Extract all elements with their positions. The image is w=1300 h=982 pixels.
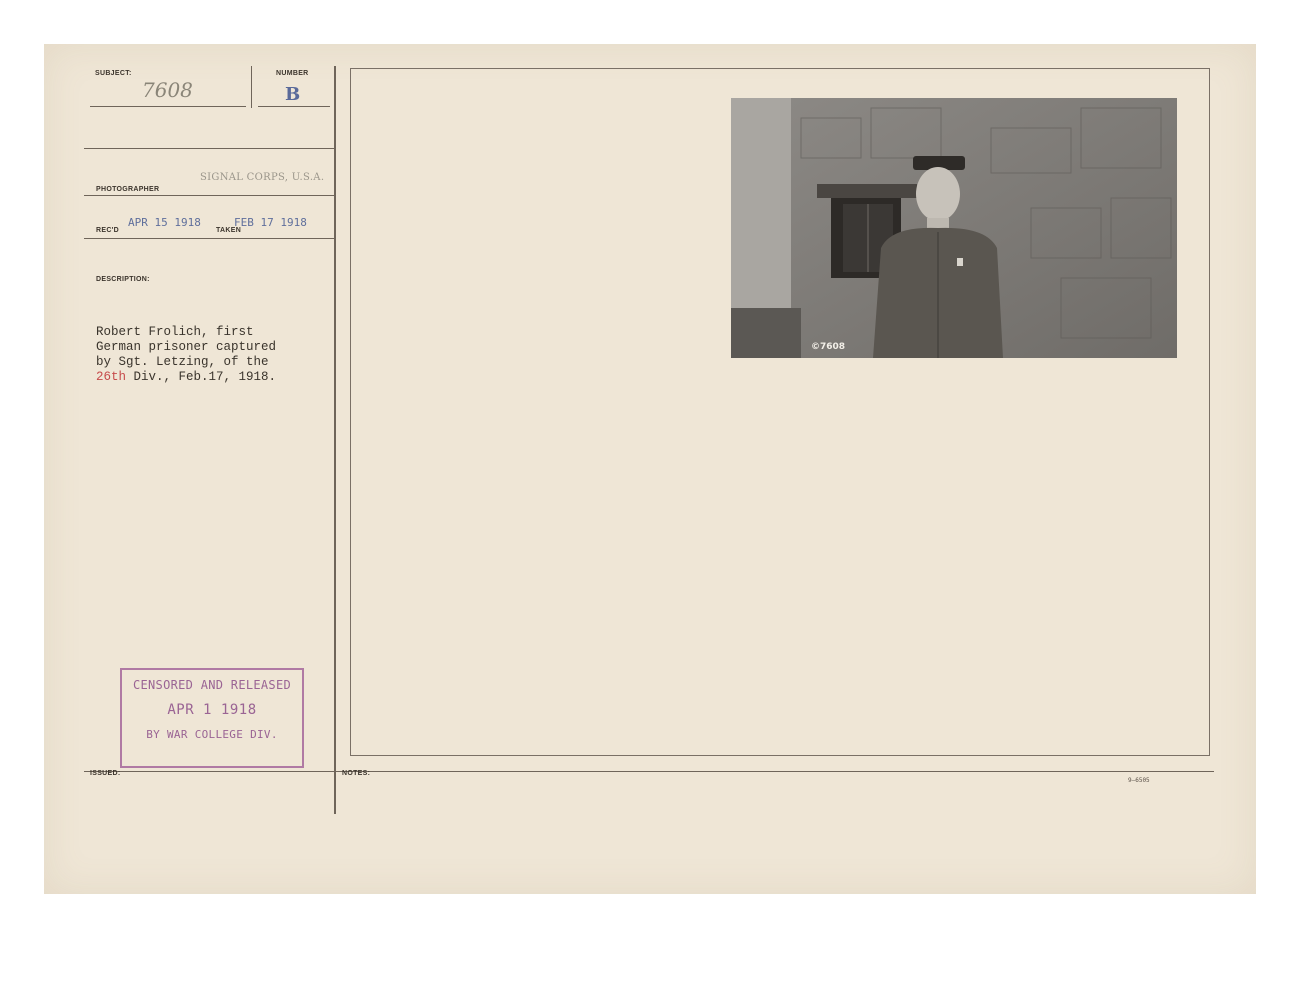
censor-line-1: CENSORED AND RELEASED: [132, 678, 292, 692]
description-line-2: German prisoner captured: [96, 340, 277, 354]
description-division: 26th: [96, 370, 127, 384]
subject-number-value: 7608: [142, 78, 193, 102]
photo-number: ©7608: [811, 342, 846, 352]
rule-top-section: [84, 148, 334, 150]
description-line-1: Robert Frolich, first: [96, 325, 254, 339]
subject-label: SUBJECT:: [95, 70, 132, 77]
description-label: DESCRIPTION:: [96, 276, 150, 283]
photo-image: [731, 98, 1177, 358]
rule-subject: [90, 106, 246, 107]
taken-date: FEB 17 1918: [234, 216, 307, 229]
recd-label: REC'D: [96, 227, 119, 234]
number-label: NUMBER: [276, 70, 309, 77]
form-code: 9—6505: [1128, 777, 1150, 784]
rule-photographer: [84, 195, 334, 197]
photographer-value: SIGNAL CORPS, U.S.A.: [200, 172, 325, 183]
photographer-label: PHOTOGRAPHER: [96, 186, 160, 193]
rule-number: [258, 106, 330, 107]
rule-bottom: [84, 771, 1214, 773]
issued-label: ISSUED:: [90, 770, 121, 777]
notes-label: NOTES:: [342, 770, 371, 777]
censor-line-2: APR 1 1918: [167, 702, 257, 718]
recd-date: APR 15 1918: [128, 216, 201, 229]
column-divider: [334, 66, 336, 814]
censored-stamp: CENSORED AND RELEASED APR 1 1918 BY WAR …: [120, 668, 304, 768]
number-value: B: [285, 84, 301, 105]
censor-line-3: BY WAR COLLEGE DIV.: [146, 728, 278, 741]
photo-description: Robert Frolich, first German prisoner ca…: [96, 325, 336, 385]
subject-number-divider: [251, 66, 252, 108]
description-line-3: by Sgt. Letzing, of the: [96, 355, 269, 369]
photograph: ©7608: [731, 98, 1177, 358]
description-line-4: Div., Feb.17, 1918.: [126, 370, 277, 384]
rule-dates: [84, 238, 334, 240]
